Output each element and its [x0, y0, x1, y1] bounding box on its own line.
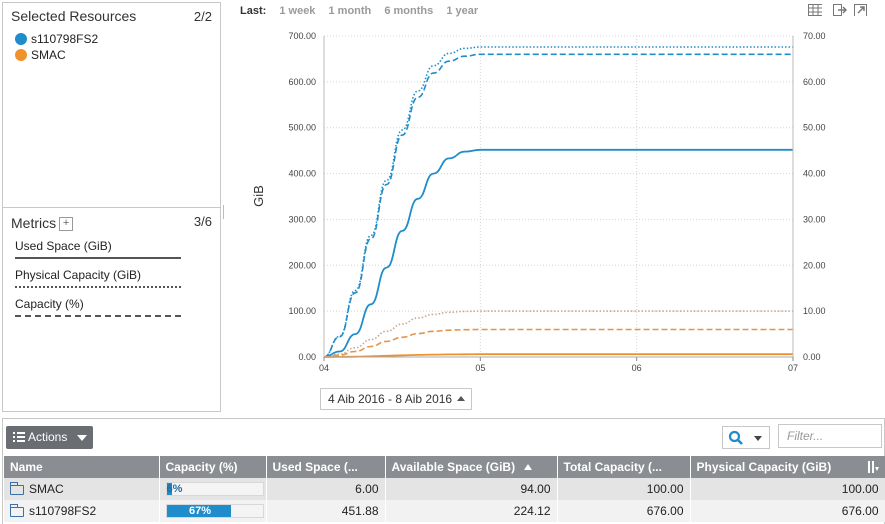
- time-range-1-month[interactable]: 1 month: [329, 5, 372, 17]
- selected-resources-title: Selected Resources: [11, 8, 137, 24]
- cell-total-capacity: 676.00: [557, 500, 691, 522]
- y-tick-label-right: 30.00: [803, 214, 826, 224]
- cell-total-capacity: 100.00: [557, 478, 691, 500]
- chevron-down-icon: [754, 436, 762, 441]
- y-axis-left-label: GiB: [251, 185, 266, 207]
- metrics-title: Metrics: [11, 215, 57, 231]
- row-name: SMAC: [29, 482, 64, 496]
- date-range-text: 4 Aib 2016 - 8 Aib 2016: [328, 392, 453, 406]
- actions-button[interactable]: Actions: [6, 426, 93, 449]
- row-name: s110798FS2: [29, 504, 97, 518]
- resource-color-dot: [15, 49, 27, 61]
- y-tick-label-left: 300.00: [288, 214, 316, 224]
- search-icon: [728, 430, 743, 445]
- column-header-physical-capacity-label: Physical Capacity (GiB): [696, 460, 832, 474]
- metrics-count: 3/6: [193, 214, 212, 229]
- chevron-down-icon: [77, 435, 87, 441]
- resource-item-smac[interactable]: SMAC: [15, 48, 66, 62]
- metrics-title-wrap: Metrics +: [11, 215, 74, 232]
- y-tick-label-left: 500.00: [288, 123, 316, 133]
- x-tick-label: 05: [475, 363, 485, 373]
- y-tick-label-left: 400.00: [288, 169, 316, 179]
- search-button[interactable]: [722, 426, 770, 449]
- table-header-row: Name Capacity (%) Used Space (... Availa…: [4, 456, 885, 478]
- column-header-name[interactable]: Name: [4, 456, 160, 478]
- cell-name: s110798FS2: [4, 500, 160, 522]
- y-tick-label-right: 70.00: [803, 31, 826, 41]
- cell-capacity: 6%: [159, 478, 267, 500]
- resource-label: s110798FS2: [31, 32, 99, 46]
- cell-physical-capacity: 100.00: [690, 478, 885, 500]
- caret-up-icon: [457, 396, 465, 401]
- x-tick-label: 04: [319, 363, 329, 373]
- actions-label: Actions: [28, 430, 68, 444]
- add-metric-icon[interactable]: +: [59, 217, 74, 232]
- cell-name: SMAC: [4, 478, 160, 500]
- y-tick-label-left: 600.00: [288, 77, 316, 87]
- y-tick-label-left: 0.00: [298, 352, 316, 362]
- series-line-smac-capacity: [323, 328, 793, 358]
- column-header-total-capacity[interactable]: Total Capacity (...: [557, 456, 691, 478]
- y-tick-label-right: 50.00: [803, 123, 826, 133]
- metrics-panel: Metrics + 3/6 Used Space (GiB) Physical C…: [2, 207, 221, 412]
- cell-used-space: 451.88: [266, 500, 386, 522]
- column-header-available-space-label: Available Space (GiB): [391, 460, 516, 474]
- folder-icon: [10, 481, 24, 495]
- folder-icon: [10, 503, 24, 517]
- capacity-bar: 6%: [165, 482, 264, 496]
- time-range-1-year[interactable]: 1 year: [446, 5, 478, 17]
- selected-resources-panel: Selected Resources 2/2 s110798FS2 SMAC: [2, 2, 221, 208]
- series-line-smac-physical-capacity-gib: [323, 310, 793, 358]
- resource-color-dot: [15, 33, 27, 45]
- table-row[interactable]: SMAC 6% 6.00 94.00 100.00 100.00: [4, 478, 885, 500]
- date-range-selector[interactable]: 4 Aib 2016 - 8 Aib 2016: [320, 388, 472, 410]
- x-tick-label: 07: [788, 363, 798, 373]
- metric-physical-capacity[interactable]: Physical Capacity (GiB): [15, 268, 181, 288]
- column-header-available-space[interactable]: Available Space (GiB): [385, 456, 558, 478]
- y-tick-label-right: 0.00: [803, 352, 821, 362]
- list-icon: [13, 432, 25, 442]
- sort-ascending-icon: [524, 464, 533, 470]
- resource-item-s110798fs2[interactable]: s110798FS2: [15, 32, 98, 46]
- capacity-bar-label: 6%: [166, 483, 183, 495]
- column-header-physical-capacity[interactable]: Physical Capacity (GiB): [690, 456, 885, 478]
- table-row[interactable]: s110798FS2 67% 451.88 224.12 676.00 676.…: [4, 500, 885, 522]
- time-range-6-months[interactable]: 6 months: [384, 5, 433, 17]
- y-tick-label-right: 40.00: [803, 169, 826, 179]
- metric-used-space[interactable]: Used Space (GiB): [15, 239, 181, 259]
- capacity-bar: 67%: [165, 504, 264, 518]
- cell-used-space: 6.00: [266, 478, 386, 500]
- series-line-s110798fs2-used-space-gib: [323, 148, 793, 358]
- metric-capacity-pct[interactable]: Capacity (%): [15, 297, 181, 317]
- resource-table: Name Capacity (%) Used Space (... Availa…: [4, 456, 885, 522]
- capacity-line-chart: 0.00 0.00 100.00 10.00 200.00 20.00 300.00 30.0…: [251, 31, 826, 373]
- chart-series: [323, 46, 793, 358]
- capacity-bar-label: 67%: [188, 505, 212, 517]
- time-range-label: Last:: [240, 5, 267, 17]
- cell-available-space: 224.12: [385, 500, 558, 522]
- filter-input[interactable]: [778, 424, 882, 448]
- export-icon[interactable]: [833, 4, 847, 16]
- cell-physical-capacity: 676.00: [690, 500, 885, 522]
- x-tick-label: 06: [632, 363, 642, 373]
- resource-label: SMAC: [31, 48, 66, 62]
- y-tick-label-left: 200.00: [288, 260, 316, 270]
- panel-splitter[interactable]: [223, 205, 224, 219]
- y-tick-label-right: 10.00: [803, 306, 826, 316]
- cell-available-space: 94.00: [385, 478, 558, 500]
- column-header-used-space[interactable]: Used Space (...: [266, 456, 386, 478]
- cell-capacity: 67%: [159, 500, 267, 522]
- y-tick-label-right: 60.00: [803, 77, 826, 87]
- time-range-bar: Last: 1 week 1 month 6 months 1 year: [240, 5, 488, 17]
- column-chooser-icon[interactable]: [867, 461, 879, 473]
- chart-gridlines: [323, 35, 794, 358]
- y-tick-label-right: 20.00: [803, 260, 826, 270]
- popout-icon[interactable]: [854, 4, 868, 16]
- table-view-icon[interactable]: [808, 4, 822, 16]
- column-header-capacity-pct[interactable]: Capacity (%): [159, 456, 267, 478]
- y-tick-label-left: 100.00: [288, 306, 316, 316]
- selected-resources-count: 2/2: [193, 9, 212, 24]
- y-tick-label-left: 700.00: [288, 31, 316, 41]
- time-range-1-week[interactable]: 1 week: [279, 5, 315, 17]
